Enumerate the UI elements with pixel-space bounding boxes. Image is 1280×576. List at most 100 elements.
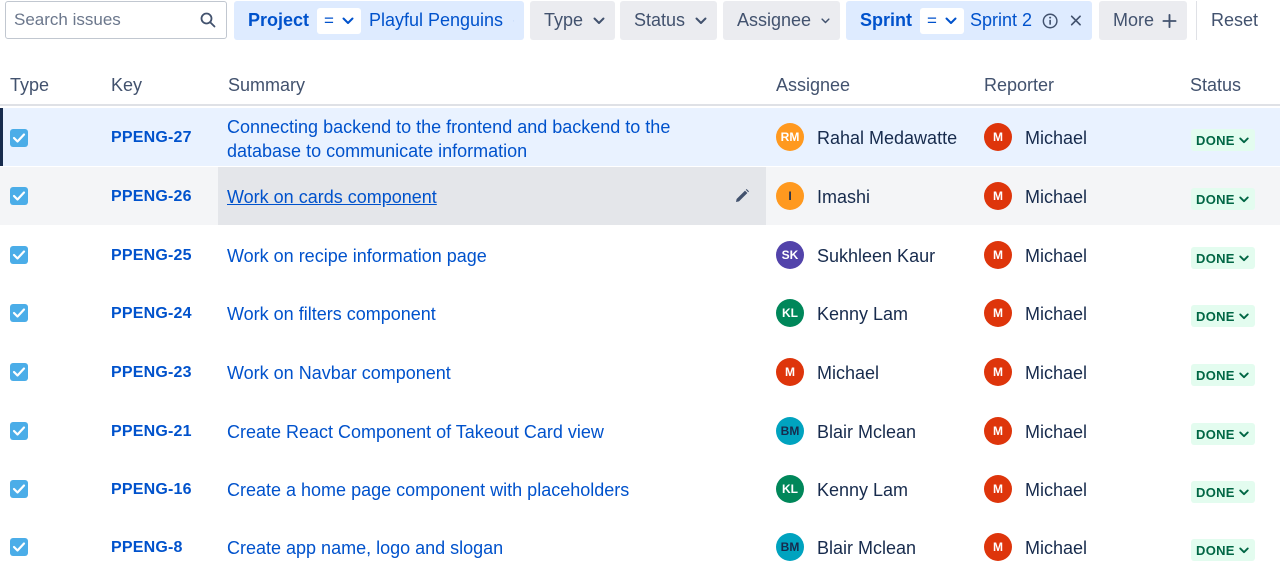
column-header-status[interactable]: Status: [1190, 75, 1241, 96]
issue-summary-link[interactable]: Create React Component of Takeout Card v…: [227, 420, 604, 444]
issue-summary-link[interactable]: Work on Navbar component: [227, 361, 451, 385]
task-type-icon: [10, 304, 28, 322]
chevron-down-icon: [1239, 547, 1249, 553]
column-header-type[interactable]: Type: [10, 75, 49, 96]
reporter-name: Michael: [1025, 363, 1088, 383]
project-operator-value: =: [324, 10, 334, 30]
issue-summary-link[interactable]: Work on filters component: [227, 302, 436, 326]
issue-summary-link[interactable]: Work on cards component: [227, 185, 437, 209]
table-row[interactable]: PPENG-25 Work on recipe information page…: [0, 226, 1280, 284]
chevron-down-icon: [342, 17, 354, 24]
avatar: M: [984, 241, 1012, 269]
task-type-icon: [10, 422, 28, 440]
avatar: RM: [776, 123, 804, 151]
project-filter-value: Playful Penguins: [368, 10, 504, 30]
assignee-filter[interactable]: Assignee: [723, 1, 840, 40]
issue-key-link[interactable]: PPENG-21: [111, 423, 192, 441]
close-icon[interactable]: [1070, 14, 1082, 27]
issue-summary-link[interactable]: Create app name, logo and slogan: [227, 536, 503, 560]
chevron-down-icon: [695, 17, 707, 24]
status-badge[interactable]: DONE: [1191, 305, 1255, 327]
table-row[interactable]: PPENG-24 Work on filters component KL Ke…: [0, 284, 1280, 342]
assignee-name: Blair Mclean: [817, 538, 917, 558]
task-type-icon: [10, 246, 28, 264]
reset-button[interactable]: Reset: [1196, 1, 1258, 40]
chevron-down-icon: [1239, 196, 1249, 202]
table-row[interactable]: PPENG-27 Connecting backend to the front…: [0, 108, 1280, 166]
status-badge[interactable]: DONE: [1191, 481, 1255, 503]
status-badge[interactable]: DONE: [1191, 247, 1255, 269]
assignee-filter-label: Assignee: [737, 10, 812, 30]
assignee-name: Kenny Lam: [817, 480, 909, 500]
assignee-name: Michael: [817, 363, 880, 383]
issue-summary-link[interactable]: Connecting backend to the frontend and b…: [227, 115, 670, 163]
sprint-filter[interactable]: Sprint = Sprint 2: [846, 1, 1092, 40]
avatar: M: [984, 123, 1012, 151]
project-filter[interactable]: Project = Playful Penguins: [234, 1, 524, 40]
issue-key-link[interactable]: PPENG-27: [111, 129, 192, 147]
column-header-summary[interactable]: Summary: [228, 75, 305, 96]
chevron-down-icon: [1239, 255, 1249, 261]
issue-summary-link[interactable]: Work on recipe information page: [227, 244, 487, 268]
status-badge[interactable]: DONE: [1191, 364, 1255, 386]
avatar: BM: [776, 417, 804, 445]
chevron-down-icon: [513, 20, 514, 21]
sprint-operator-value: =: [927, 10, 937, 30]
reporter-name: Michael: [1025, 422, 1088, 442]
issue-key-link[interactable]: PPENG-25: [111, 247, 192, 265]
reporter-name: Michael: [1025, 128, 1088, 148]
project-operator-dropdown[interactable]: =: [317, 7, 361, 34]
chevron-down-icon: [1239, 372, 1249, 378]
chevron-down-icon: [593, 17, 605, 24]
issue-summary-link[interactable]: Create a home page component with placeh…: [227, 478, 629, 502]
column-header-key[interactable]: Key: [111, 75, 142, 96]
pencil-icon[interactable]: [734, 188, 750, 204]
issue-key-link[interactable]: PPENG-26: [111, 188, 192, 206]
status-badge[interactable]: DONE: [1191, 129, 1255, 151]
status-label: DONE: [1196, 484, 1235, 500]
avatar: M: [984, 533, 1012, 561]
project-filter-label: Project: [248, 10, 310, 30]
sprint-operator-dropdown[interactable]: =: [920, 7, 964, 34]
table-row[interactable]: PPENG-16 Create a home page component wi…: [0, 460, 1280, 518]
search-input[interactable]: [6, 2, 199, 38]
status-label: DONE: [1196, 542, 1235, 558]
status-badge[interactable]: DONE: [1191, 188, 1255, 210]
search-icon[interactable]: [200, 12, 216, 28]
status-label: DONE: [1196, 426, 1235, 442]
reporter-name: Michael: [1025, 246, 1088, 266]
avatar: M: [984, 417, 1012, 445]
table-row[interactable]: PPENG-26 Work on cards component I Imash…: [0, 167, 1280, 225]
status-filter[interactable]: Status: [620, 1, 717, 40]
more-filters-button[interactable]: More: [1099, 1, 1187, 40]
status-label: DONE: [1196, 191, 1235, 207]
chevron-down-icon: [945, 17, 957, 24]
search-box: [5, 1, 227, 39]
status-badge[interactable]: DONE: [1191, 423, 1255, 445]
status-badge[interactable]: DONE: [1191, 539, 1255, 561]
column-header-reporter[interactable]: Reporter: [984, 75, 1054, 96]
chevron-down-icon: [1239, 431, 1249, 437]
type-filter[interactable]: Type: [530, 1, 615, 40]
issue-key-link[interactable]: PPENG-24: [111, 305, 192, 323]
assignee-name: Blair Mclean: [817, 422, 917, 442]
issue-key-link[interactable]: PPENG-23: [111, 364, 192, 382]
assignee-name: Kenny Lam: [817, 304, 909, 324]
table-row[interactable]: PPENG-8 Create app name, logo and slogan…: [0, 518, 1280, 576]
info-icon[interactable]: [1042, 12, 1058, 30]
column-header-assignee[interactable]: Assignee: [776, 75, 850, 96]
avatar: SK: [776, 241, 804, 269]
status-label: DONE: [1196, 250, 1235, 266]
sprint-filter-label: Sprint: [860, 10, 912, 30]
reporter-name: Michael: [1025, 480, 1088, 500]
avatar: I: [776, 182, 804, 210]
table-row[interactable]: PPENG-21 Create React Component of Takeo…: [0, 402, 1280, 460]
status-label: DONE: [1196, 308, 1235, 324]
avatar: M: [984, 299, 1012, 327]
avatar: KL: [776, 475, 804, 503]
issue-key-link[interactable]: PPENG-16: [111, 481, 192, 499]
filter-bar: Project = Playful Penguins Type Status A…: [0, 0, 1280, 44]
issue-key-link[interactable]: PPENG-8: [111, 539, 183, 557]
task-type-icon: [10, 187, 28, 205]
table-row[interactable]: PPENG-23 Work on Navbar component M Mich…: [0, 343, 1280, 401]
